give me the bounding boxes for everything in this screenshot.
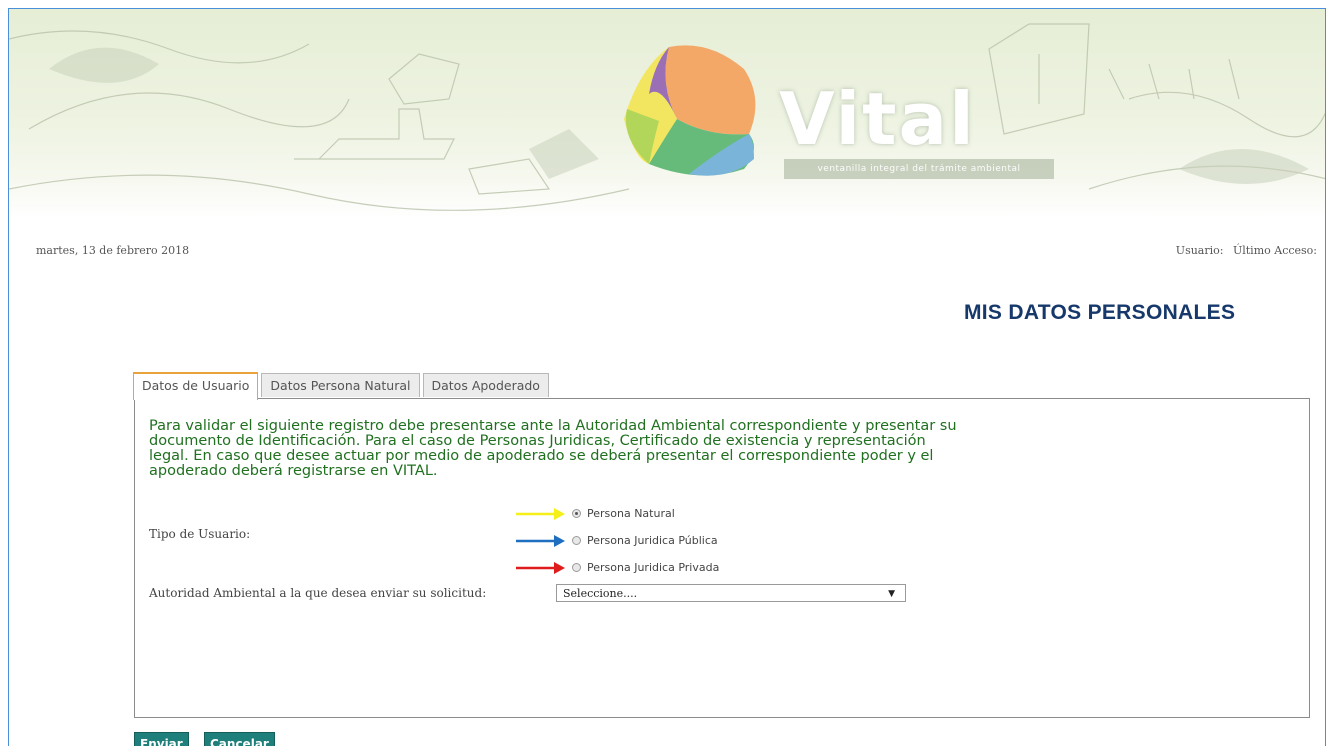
- tab-datos-usuario[interactable]: Datos de Usuario: [133, 372, 259, 400]
- radio-persona-juridica-privada[interactable]: [572, 563, 581, 572]
- user-info: Usuario: Último Acceso:: [1170, 244, 1317, 257]
- authority-selected-value: Seleccione....: [563, 587, 638, 600]
- logo-title: Vital: [779, 77, 976, 161]
- tab-datos-apoderado[interactable]: Datos Apoderado: [422, 373, 549, 397]
- logo-subtitle: ventanilla integral del trámite ambienta…: [784, 159, 1054, 179]
- last-access-label: Último Acceso:: [1232, 244, 1317, 257]
- page-title: MIS DATOS PERSONALES: [964, 301, 1236, 324]
- yellow-arrow-icon: [516, 507, 565, 520]
- tab-bar: Datos de Usuario Datos Persona Natural D…: [133, 372, 552, 400]
- authority-select[interactable]: Seleccione.... ▼: [556, 584, 906, 602]
- radio-persona-natural[interactable]: [572, 509, 581, 518]
- radio-label: Persona Natural: [587, 507, 675, 520]
- header-banner: Vital ventanilla integral del trámite am…: [9, 9, 1325, 219]
- blue-arrow-icon: [516, 534, 565, 547]
- user-type-option-juridica-publica[interactable]: Persona Juridica Pública: [514, 527, 719, 554]
- user-type-radio-group: Persona Natural Persona Juridica Pública…: [514, 500, 719, 581]
- tab-datos-persona-natural[interactable]: Datos Persona Natural: [261, 373, 420, 397]
- page-frame: Vital ventanilla integral del trámite am…: [8, 8, 1326, 746]
- vital-logo-icon: [624, 45, 756, 176]
- user-type-option-natural[interactable]: Persona Natural: [514, 500, 719, 527]
- radio-persona-juridica-publica[interactable]: [572, 536, 581, 545]
- current-date: martes, 13 de febrero 2018: [36, 244, 190, 257]
- registration-notice: Para validar el siguiente registro debe …: [149, 418, 957, 479]
- red-arrow-icon: [516, 561, 565, 574]
- submit-button[interactable]: Enviar: [134, 732, 189, 746]
- user-type-option-juridica-privada[interactable]: Persona Juridica Privada: [514, 554, 719, 581]
- radio-label: Persona Juridica Pública: [587, 534, 718, 547]
- user-label: Usuario:: [1175, 244, 1224, 257]
- dropdown-caret-icon: ▼: [888, 589, 895, 599]
- banner-sketch-art: [9, 23, 1325, 211]
- cancel-button[interactable]: Cancelar: [204, 732, 275, 746]
- authority-label: Autoridad Ambiental a la que desea envia…: [149, 586, 487, 600]
- radio-label: Persona Juridica Privada: [587, 561, 720, 574]
- user-type-label: Tipo de Usuario:: [149, 527, 251, 541]
